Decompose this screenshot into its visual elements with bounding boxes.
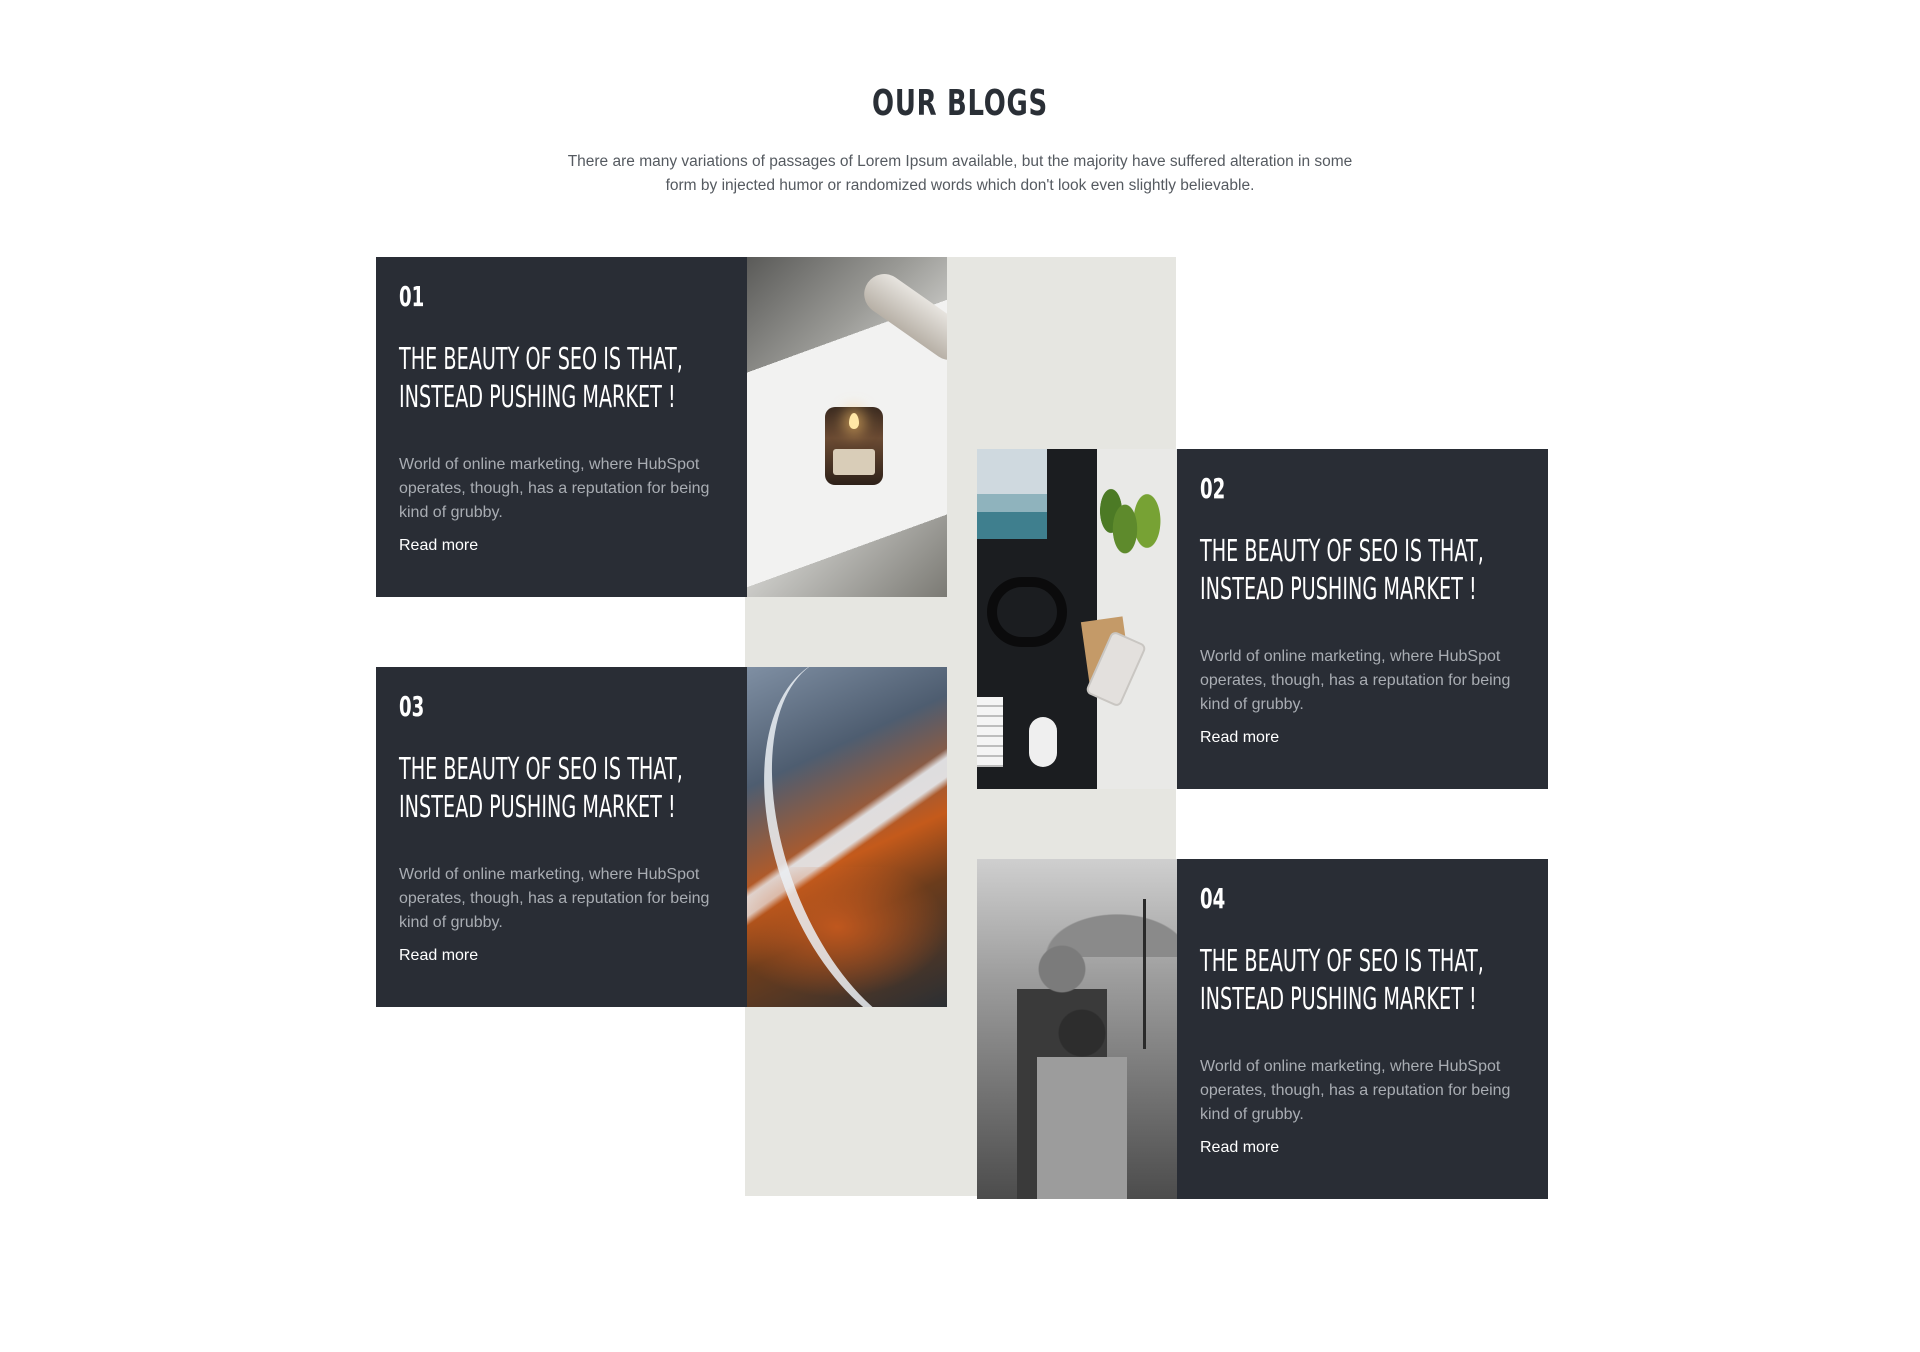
desk-photo[interactable] <box>977 449 1177 789</box>
candle-photo[interactable] <box>747 257 947 597</box>
umbrella-couple-photo[interactable] <box>977 859 1177 1199</box>
window-view <box>977 449 1047 539</box>
post-title[interactable]: THE BEAUTY OF SEO IS THAT, INSTEAD PUSHI… <box>1200 943 1494 1019</box>
post-excerpt: World of online marketing, where HubSpot… <box>399 866 710 931</box>
aerial-river-photo[interactable] <box>747 667 947 1007</box>
candle-label <box>833 449 875 475</box>
mouse <box>1029 717 1057 767</box>
blogs-section: OUR BLOGS There are many variations of p… <box>0 0 1920 1352</box>
section-title: OUR BLOGS <box>872 83 1048 124</box>
post-number: 02 <box>1200 472 1226 505</box>
post-title-line-2: INSTEAD PUSHING MARKET ! <box>1200 572 1477 607</box>
subtitle-line-2: form by injected humor or randomized wor… <box>665 177 1255 194</box>
read-more-link[interactable]: Read more <box>1200 726 1279 750</box>
post-title-line-1: THE BEAUTY OF SEO IS THAT, <box>1200 534 1484 569</box>
woman-figure <box>1037 1009 1127 1199</box>
blog-card-03: 03 THE BEAUTY OF SEO IS THAT, INSTEAD PU… <box>376 667 747 1007</box>
read-more-link[interactable]: Read more <box>399 944 478 968</box>
post-title-line-1: THE BEAUTY OF SEO IS THAT, <box>1200 944 1484 979</box>
post-number: 03 <box>399 690 425 723</box>
keyboard <box>977 697 1003 767</box>
post-title[interactable]: THE BEAUTY OF SEO IS THAT, INSTEAD PUSHI… <box>399 751 693 827</box>
subtitle-line-1: There are many variations of passages of… <box>567 153 1353 170</box>
post-title-line-2: INSTEAD PUSHING MARKET ! <box>399 380 676 415</box>
blog-card-04: 04 THE BEAUTY OF SEO IS THAT, INSTEAD PU… <box>1177 859 1548 1199</box>
plant <box>1085 459 1175 599</box>
post-excerpt: World of online marketing, where HubSpot… <box>1200 648 1511 713</box>
candle-flame <box>849 413 859 429</box>
post-number: 01 <box>399 280 425 313</box>
post-title[interactable]: THE BEAUTY OF SEO IS THAT, INSTEAD PUSHI… <box>399 341 693 417</box>
post-excerpt: World of online marketing, where HubSpot… <box>399 456 710 521</box>
blog-card-01: 01 THE BEAUTY OF SEO IS THAT, INSTEAD PU… <box>376 257 747 597</box>
post-title-line-2: INSTEAD PUSHING MARKET ! <box>1200 982 1477 1017</box>
read-more-link[interactable]: Read more <box>1200 1136 1279 1160</box>
post-title-line-2: INSTEAD PUSHING MARKET ! <box>399 790 676 825</box>
post-excerpt: World of online marketing, where HubSpot… <box>1200 1058 1511 1123</box>
headphones <box>987 577 1067 647</box>
read-more-link[interactable]: Read more <box>399 534 478 558</box>
umbrella-handle <box>1143 899 1146 1049</box>
section-subtitle: There are many variations of passages of… <box>560 150 1360 198</box>
post-title[interactable]: THE BEAUTY OF SEO IS THAT, INSTEAD PUSHI… <box>1200 533 1494 609</box>
post-number: 04 <box>1200 882 1226 915</box>
post-title-line-1: THE BEAUTY OF SEO IS THAT, <box>399 752 683 787</box>
blog-card-02: 02 THE BEAUTY OF SEO IS THAT, INSTEAD PU… <box>1177 449 1548 789</box>
post-title-line-1: THE BEAUTY OF SEO IS THAT, <box>399 342 683 377</box>
magazine-roll <box>856 266 947 368</box>
